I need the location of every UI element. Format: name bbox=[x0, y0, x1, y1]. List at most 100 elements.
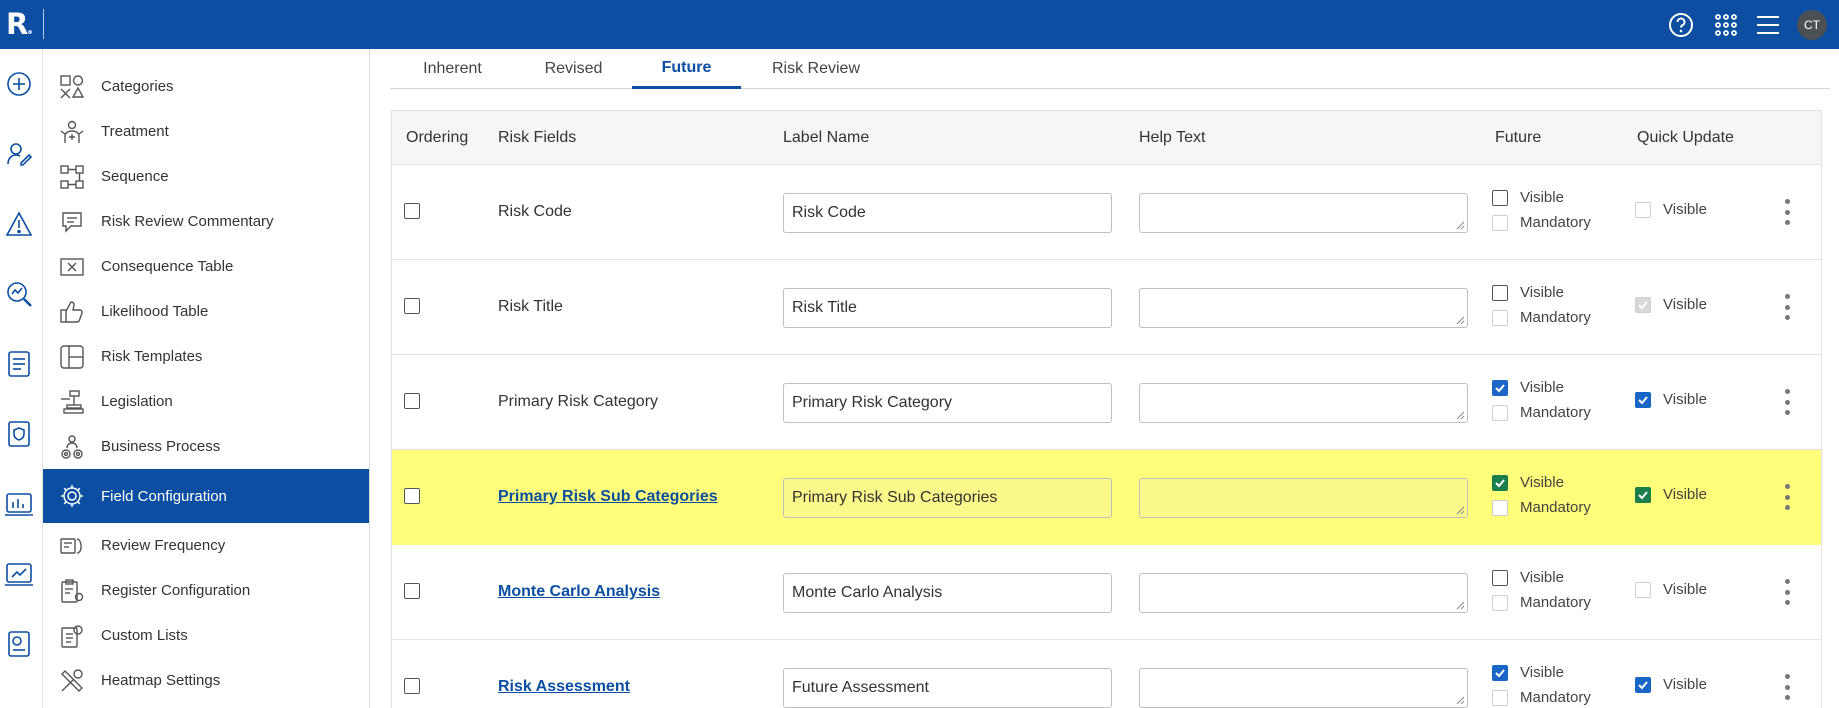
row-more-icon[interactable] bbox=[1777, 482, 1797, 512]
help-icon[interactable] bbox=[1666, 10, 1696, 40]
sidebar-item-label: Risk Review Commentary bbox=[101, 213, 274, 230]
frequency-icon bbox=[57, 531, 87, 561]
future-visible-checkbox[interactable] bbox=[1492, 284, 1508, 301]
help-text-input[interactable] bbox=[1139, 288, 1468, 328]
sidebar-item-risk-review-commentary[interactable]: Risk Review Commentary bbox=[43, 199, 369, 244]
future-visible-checkbox[interactable] bbox=[1492, 379, 1508, 396]
help-text-input[interactable] bbox=[1139, 383, 1468, 423]
label-name-input[interactable]: Risk Title bbox=[783, 288, 1112, 328]
table-header: Ordering Risk Fields Label Name Help Tex… bbox=[392, 111, 1821, 165]
label-name-input[interactable]: Future Assessment bbox=[783, 668, 1112, 708]
future-mandatory-checkbox[interactable] bbox=[1492, 594, 1508, 611]
tab-future[interactable]: Future bbox=[632, 49, 741, 89]
sidebar-item-field-configuration[interactable]: Field Configuration bbox=[43, 469, 369, 523]
tab-revised[interactable]: Revised bbox=[515, 49, 632, 89]
table-row: Primary Risk Category Primary Risk Categ… bbox=[392, 355, 1821, 450]
sidebar-item-label: Field Configuration bbox=[101, 487, 227, 505]
option-label: Mandatory bbox=[1520, 499, 1591, 516]
sidebar-item-label: Categories bbox=[101, 78, 174, 95]
quick-update-visible-checkbox[interactable] bbox=[1635, 201, 1651, 218]
future-mandatory-checkbox[interactable] bbox=[1492, 309, 1508, 326]
shield-document-icon[interactable] bbox=[4, 419, 34, 449]
list-icon bbox=[57, 621, 87, 651]
risk-field-link[interactable]: Monte Carlo Analysis bbox=[498, 583, 660, 600]
row-more-icon[interactable] bbox=[1777, 292, 1797, 322]
add-icon[interactable] bbox=[4, 69, 34, 99]
tools-icon bbox=[57, 666, 87, 696]
quick-update-visible-checkbox[interactable] bbox=[1635, 486, 1651, 503]
sidebar-item-label: Consequence Table bbox=[101, 258, 234, 275]
future-mandatory-checkbox[interactable] bbox=[1492, 214, 1508, 231]
row-more-icon[interactable] bbox=[1777, 672, 1797, 702]
future-mandatory-checkbox[interactable] bbox=[1492, 689, 1508, 706]
future-visible-checkbox[interactable] bbox=[1492, 569, 1508, 586]
user-edit-icon[interactable] bbox=[4, 139, 34, 169]
sidebar-item-likelihood-table[interactable]: Likelihood Table bbox=[43, 289, 369, 334]
quick-update-visible-checkbox[interactable] bbox=[1635, 676, 1651, 693]
table-row: Monte Carlo Analysis Monte Carlo Analysi… bbox=[392, 545, 1821, 640]
avatar[interactable]: CT bbox=[1797, 10, 1827, 40]
sidebar-item-treatment[interactable]: Treatment bbox=[43, 109, 369, 154]
ordering-checkbox[interactable] bbox=[404, 678, 420, 694]
row-more-icon[interactable] bbox=[1777, 197, 1797, 227]
sidebar-item-custom-lists[interactable]: Custom Lists bbox=[43, 613, 369, 658]
sidebar-item-consequence-table[interactable]: Consequence Table bbox=[43, 244, 369, 289]
future-mandatory-checkbox[interactable] bbox=[1492, 404, 1508, 421]
sidebar-item-heatmap-settings[interactable]: Heatmap Settings bbox=[43, 658, 369, 703]
risk-field-link[interactable]: Primary Risk Sub Categories bbox=[498, 488, 718, 505]
ordering-checkbox[interactable] bbox=[404, 203, 420, 219]
future-visible-checkbox[interactable] bbox=[1492, 664, 1508, 681]
sidebar-item-legislation[interactable]: Legislation bbox=[43, 379, 369, 424]
trend-chart-icon[interactable] bbox=[4, 559, 34, 589]
sidebar-item-label: Heatmap Settings bbox=[101, 672, 221, 689]
quick-update-visible-checkbox[interactable] bbox=[1635, 296, 1651, 313]
help-text-input[interactable] bbox=[1139, 478, 1468, 518]
sidebar-item-label: Legislation bbox=[101, 393, 173, 410]
label-name-input[interactable]: Primary Risk Category bbox=[783, 383, 1112, 423]
sidebar-item-label: Register Configuration bbox=[101, 582, 251, 599]
sequence-icon bbox=[57, 162, 87, 192]
sidebar-item-review-frequency[interactable]: Review Frequency bbox=[43, 523, 369, 568]
warning-icon[interactable] bbox=[4, 209, 34, 239]
sidebar-item-label: Treatment bbox=[101, 123, 169, 140]
bar-chart-icon[interactable] bbox=[4, 489, 34, 519]
header-label-name: Label Name bbox=[783, 129, 870, 146]
sidebar-item-business-process[interactable]: Business Process bbox=[43, 424, 369, 469]
help-text-input[interactable] bbox=[1139, 668, 1468, 708]
label-name-input[interactable]: Risk Code bbox=[783, 193, 1112, 233]
ordering-checkbox[interactable] bbox=[404, 298, 420, 314]
sidebar-item-sequence[interactable]: Sequence bbox=[43, 154, 369, 199]
tab-risk-review[interactable]: Risk Review bbox=[741, 49, 891, 89]
sidebar-item-categories[interactable]: Categories bbox=[43, 64, 369, 109]
header-risk-fields: Risk Fields bbox=[498, 129, 577, 146]
future-visible-checkbox[interactable] bbox=[1492, 474, 1508, 491]
sidebar-item-risk-templates[interactable]: Risk Templates bbox=[43, 334, 369, 379]
ordering-checkbox[interactable] bbox=[404, 393, 420, 409]
quick-update-visible-checkbox[interactable] bbox=[1635, 391, 1651, 408]
help-text-input[interactable] bbox=[1139, 573, 1468, 613]
ordering-checkbox[interactable] bbox=[404, 583, 420, 599]
document-icon[interactable] bbox=[4, 349, 34, 379]
search-chart-icon[interactable] bbox=[4, 279, 34, 309]
option-label: Visible bbox=[1520, 569, 1564, 586]
process-icon bbox=[57, 432, 87, 462]
menu-icon[interactable] bbox=[1753, 10, 1783, 40]
apps-grid-icon[interactable] bbox=[1711, 10, 1741, 40]
help-text-input[interactable] bbox=[1139, 193, 1468, 233]
sidebar-item-register-configuration[interactable]: Register Configuration bbox=[43, 568, 369, 613]
ordering-checkbox[interactable] bbox=[404, 488, 420, 504]
risk-field-link[interactable]: Risk Assessment bbox=[498, 678, 630, 695]
commentary-icon bbox=[57, 207, 87, 237]
app-logo[interactable]: R bbox=[6, 9, 28, 39]
option-label: Mandatory bbox=[1520, 404, 1591, 421]
sidebar-item-partial[interactable] bbox=[43, 49, 369, 53]
label-name-input[interactable]: Monte Carlo Analysis bbox=[783, 573, 1112, 613]
report-icon[interactable] bbox=[4, 629, 34, 659]
tab-inherent[interactable]: Inherent bbox=[390, 49, 515, 89]
row-more-icon[interactable] bbox=[1777, 577, 1797, 607]
label-name-input[interactable]: Primary Risk Sub Categories bbox=[783, 478, 1112, 518]
row-more-icon[interactable] bbox=[1777, 387, 1797, 417]
quick-update-visible-checkbox[interactable] bbox=[1635, 581, 1651, 598]
future-visible-checkbox[interactable] bbox=[1492, 189, 1508, 206]
future-mandatory-checkbox[interactable] bbox=[1492, 499, 1508, 516]
